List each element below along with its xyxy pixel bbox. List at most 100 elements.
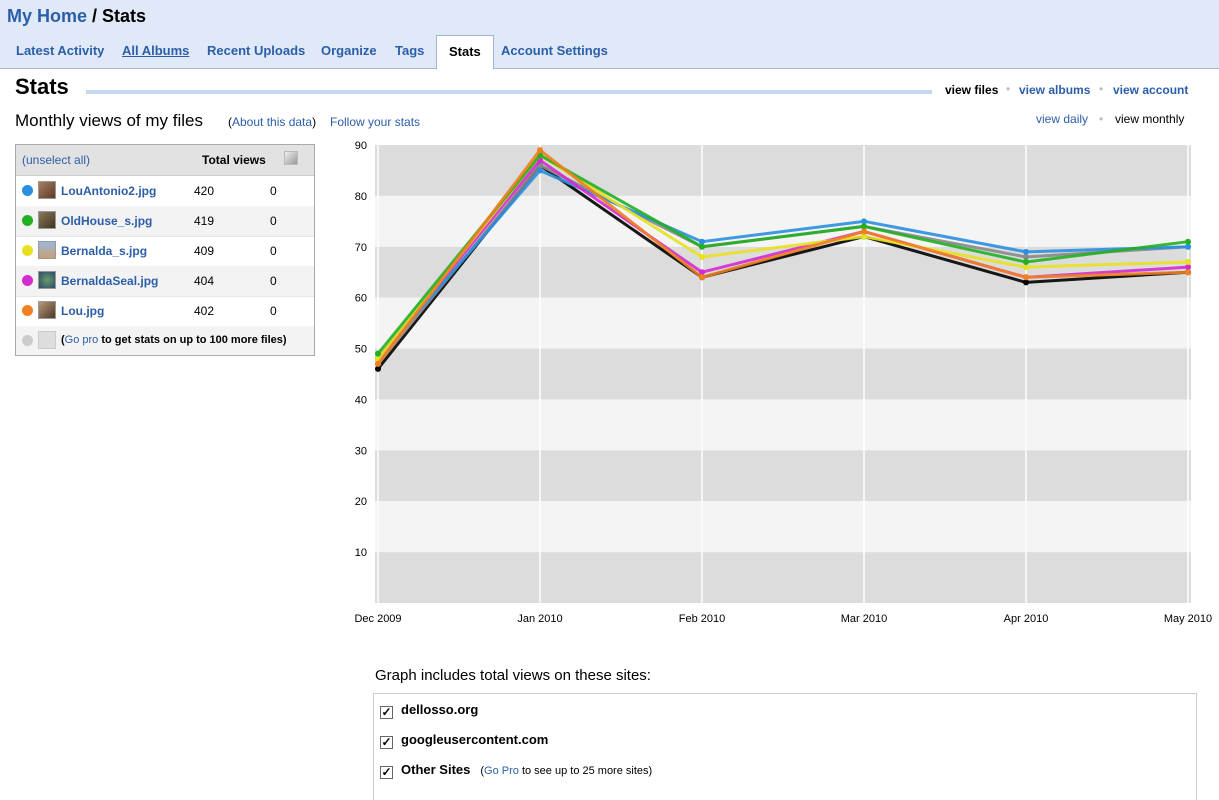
series-color-swatch bbox=[22, 245, 33, 256]
unselect-all-link[interactable]: (unselect all) bbox=[22, 153, 90, 167]
file-other-views: 0 bbox=[270, 304, 277, 318]
y-tick-label: 70 bbox=[355, 242, 367, 254]
series-point bbox=[699, 243, 705, 250]
chart-subtitle: Monthly views of my files bbox=[15, 111, 203, 130]
view-files-link[interactable]: view files bbox=[945, 83, 998, 97]
y-tick-label: 50 bbox=[355, 344, 367, 356]
file-name-link[interactable]: Bernalda_s.jpg bbox=[61, 244, 147, 258]
site-checkbox[interactable]: ✓ bbox=[380, 766, 393, 779]
paren-close: ) bbox=[312, 115, 317, 129]
series-point bbox=[699, 253, 705, 260]
series-point bbox=[1023, 274, 1029, 281]
series-color-swatch bbox=[22, 275, 33, 286]
x-tick-label: May 2010 bbox=[1164, 613, 1212, 625]
series-point bbox=[537, 167, 543, 174]
site-note-text: to see up to 25 more sites) bbox=[518, 765, 653, 777]
follow-stats-link[interactable]: Follow your stats bbox=[330, 115, 420, 129]
separator-dot: • bbox=[1006, 82, 1011, 96]
view-account-link[interactable]: view account bbox=[1113, 83, 1188, 97]
file-row[interactable]: Lou.jpg 402 0 bbox=[16, 296, 314, 327]
tab-all-albums[interactable]: All Albums bbox=[122, 35, 189, 68]
go-pro-link[interactable]: Go pro bbox=[65, 334, 99, 346]
series-color-swatch bbox=[22, 215, 33, 226]
breadcrumb-separator: / bbox=[87, 6, 103, 26]
series-point bbox=[1185, 269, 1191, 276]
tab-tags[interactable]: Tags bbox=[395, 35, 424, 68]
series-point bbox=[861, 228, 867, 235]
y-tick-label: 10 bbox=[355, 547, 367, 559]
file-other-views: 0 bbox=[270, 214, 277, 228]
view-monthly-label: view monthly bbox=[1115, 112, 1185, 126]
file-total-views: 402 bbox=[194, 304, 215, 318]
chart-band bbox=[375, 145, 1191, 196]
view-daily-link[interactable]: view daily bbox=[1036, 112, 1088, 126]
site-item: ✓ dellosso.org bbox=[380, 702, 478, 719]
file-other-views: 0 bbox=[270, 274, 277, 288]
about-data: (About this data) bbox=[228, 115, 316, 129]
x-tick-label: Dec 2009 bbox=[354, 613, 401, 625]
chart-band bbox=[375, 348, 1191, 400]
file-name-link[interactable]: LouAntonio2.jpg bbox=[61, 184, 156, 198]
breadcrumb: My Home / Stats bbox=[7, 6, 146, 27]
tab-recent-uploads[interactable]: Recent Uploads bbox=[207, 35, 305, 68]
site-checkbox[interactable]: ✓ bbox=[380, 706, 393, 719]
site-checkbox[interactable]: ✓ bbox=[380, 736, 393, 749]
tab-organize[interactable]: Organize bbox=[321, 35, 377, 68]
my-home-link[interactable]: My Home bbox=[7, 6, 87, 26]
file-total-views: 420 bbox=[194, 184, 215, 198]
tab-latest-activity[interactable]: Latest Activity bbox=[16, 35, 104, 68]
go-pro-sites-link[interactable]: Go Pro bbox=[484, 765, 519, 777]
separator-dot: • bbox=[1099, 82, 1104, 96]
file-row[interactable]: LouAntonio2.jpg 420 0 bbox=[16, 176, 314, 207]
tab-stats[interactable]: Stats bbox=[436, 35, 494, 70]
site-label: googleusercontent.com bbox=[401, 732, 549, 747]
chart-band bbox=[375, 297, 1191, 349]
series-point bbox=[375, 360, 381, 367]
y-tick-label: 30 bbox=[355, 445, 367, 457]
file-row[interactable]: Bernalda_s.jpg 409 0 bbox=[16, 236, 314, 267]
sort-icon[interactable] bbox=[284, 151, 298, 165]
chart-x-ticks: Dec 2009 Jan 2010 Feb 2010 Mar 2010 Apr 2010… bbox=[354, 613, 1212, 625]
files-table: (unselect all) Total views LouAntonio2.j… bbox=[15, 144, 315, 356]
chart-band bbox=[375, 399, 1191, 451]
file-thumbnail bbox=[38, 271, 56, 289]
file-name-link[interactable]: BernaldaSeal.jpg bbox=[61, 274, 158, 288]
total-views-header: Total views bbox=[202, 153, 266, 167]
view-albums-link[interactable]: view albums bbox=[1019, 83, 1090, 97]
page-title: Stats bbox=[102, 6, 147, 26]
file-name-link[interactable]: Lou.jpg bbox=[61, 304, 104, 318]
separator-dot: • bbox=[1099, 112, 1104, 126]
y-tick-label: 40 bbox=[355, 394, 367, 406]
file-thumbnail bbox=[38, 301, 56, 319]
series-color-swatch bbox=[22, 185, 33, 196]
site-label: Other Sites bbox=[401, 762, 471, 777]
go-pro-row: (Go pro to get stats on up to 100 more f… bbox=[16, 326, 314, 355]
file-thumbnail bbox=[38, 241, 56, 259]
file-thumbnail bbox=[38, 181, 56, 199]
series-point bbox=[699, 274, 705, 281]
monthly-views-chart: 10 20 30 40 50 60 70 80 90 Dec 2009 Jan 2010 Feb 2… bbox=[354, 140, 1212, 625]
file-total-views: 419 bbox=[194, 214, 215, 228]
files-table-header: (unselect all) Total views bbox=[16, 145, 314, 176]
series-point bbox=[537, 147, 543, 154]
x-tick-label: Mar 2010 bbox=[841, 613, 887, 625]
tab-account-settings[interactable]: Account Settings bbox=[501, 35, 608, 68]
about-data-link[interactable]: About this data bbox=[232, 115, 312, 129]
file-total-views: 404 bbox=[194, 274, 215, 288]
chart-band bbox=[375, 552, 1191, 603]
chart-y-ticks: 10 20 30 40 50 60 70 80 90 bbox=[355, 140, 367, 559]
x-tick-label: Apr 2010 bbox=[1004, 613, 1049, 625]
file-thumbnail bbox=[38, 211, 56, 229]
series-point bbox=[1185, 238, 1191, 245]
file-other-views: 0 bbox=[270, 244, 277, 258]
file-other-views: 0 bbox=[270, 184, 277, 198]
y-tick-label: 90 bbox=[355, 140, 367, 152]
site-item: ✓ Other Sites (Go Pro to see up to 25 more… bbox=[380, 762, 652, 779]
series-color-swatch bbox=[22, 305, 33, 316]
file-row[interactable]: BernaldaSeal.jpg 404 0 bbox=[16, 266, 314, 297]
chart-band bbox=[375, 450, 1191, 502]
series-point bbox=[1023, 259, 1029, 266]
file-row[interactable]: OldHouse_s.jpg 419 0 bbox=[16, 206, 314, 237]
file-name-link[interactable]: OldHouse_s.jpg bbox=[61, 214, 152, 228]
x-tick-label: Feb 2010 bbox=[679, 613, 725, 625]
